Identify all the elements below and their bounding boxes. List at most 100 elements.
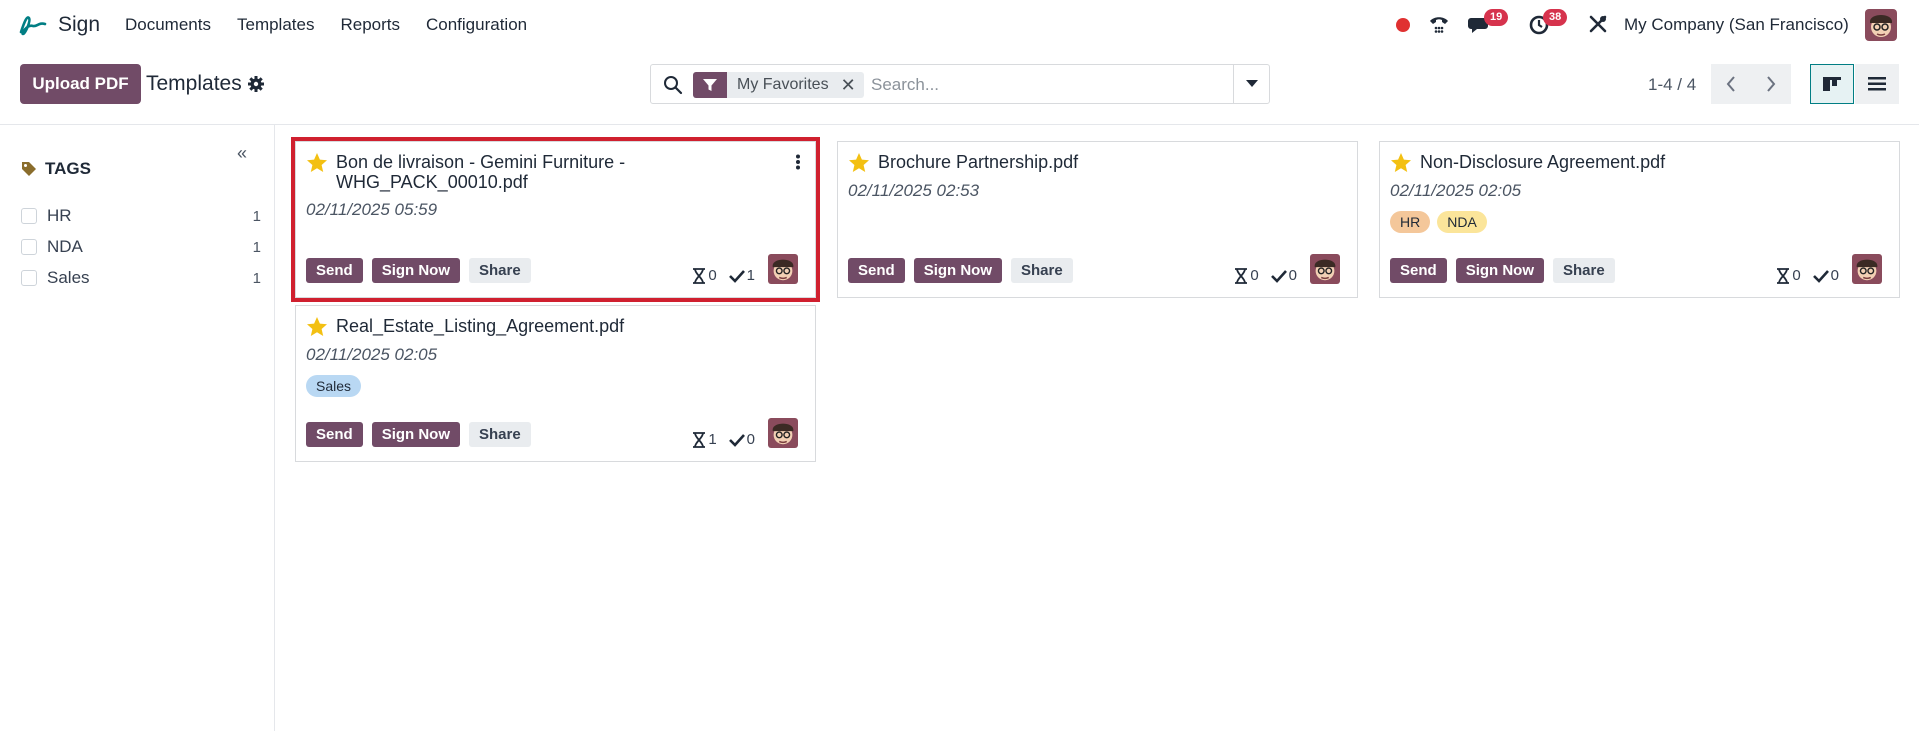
gear-icon[interactable] [248,76,264,92]
in-progress-count[interactable]: 0 [1776,267,1801,284]
favorite-star-icon[interactable] [306,152,328,174]
filter-icon [703,79,717,91]
signed-count[interactable]: 0 [728,431,755,448]
tag-filter-sales[interactable]: Sales 1 [21,267,261,289]
owner-avatar [768,254,798,284]
list-view-button[interactable] [1855,64,1899,104]
menu-documents[interactable]: Documents [125,15,211,35]
tag-checkbox[interactable] [21,239,37,255]
template-title[interactable]: Real_Estate_Listing_Agreement.pdf [336,316,756,336]
share-button[interactable]: Share [1553,258,1615,283]
owner-avatar [1852,254,1882,284]
template-date: 02/11/2025 05:59 [306,200,438,219]
kanban-view-button[interactable] [1810,64,1854,104]
check-icon [728,269,745,283]
search-icon[interactable] [663,75,683,95]
owner-avatar-icon [1310,254,1340,284]
top-navbar: Sign Documents Templates Reports Configu… [0,0,1919,50]
breadcrumb: Templates [146,72,242,95]
template-card[interactable]: Real_Estate_Listing_Agreement.pdf 02/11/2… [295,305,816,462]
tag-filter-count: 1 [252,238,261,256]
send-button[interactable]: Send [848,258,905,283]
search-bar: My Favorites ✕ Search... [650,64,1270,104]
template-title[interactable]: Brochure Partnership.pdf [878,152,1298,172]
send-button[interactable]: Send [306,422,363,447]
hourglass-icon [1235,267,1248,284]
template-card[interactable]: Brochure Partnership.pdf 02/11/2025 02:53… [837,141,1358,298]
tag-filter-count: 1 [252,269,261,287]
caret-down-icon [1245,80,1258,87]
tag-filter-label: Sales [47,268,90,287]
control-panel-divider [0,124,1919,125]
pager-next-button[interactable] [1751,64,1791,104]
app-name[interactable]: Sign [58,13,100,37]
chevron-left-icon [1726,76,1735,92]
tags-heading-label: TAGS [45,159,91,178]
sign-app-logo-icon[interactable] [17,12,47,38]
company-switcher[interactable]: My Company (San Francisco) [1624,15,1849,35]
owner-avatar-icon [1852,254,1882,284]
tag-checkbox[interactable] [21,270,37,286]
search-options-toggle[interactable] [1233,65,1269,103]
recording-indicator-icon[interactable] [1396,18,1410,32]
hourglass-icon [693,267,706,284]
template-card[interactable]: Bon de livraison - Gemini Furniture - WH… [291,137,820,302]
tools-icon[interactable] [1588,14,1608,34]
tag-icon [22,162,36,176]
menu-configuration[interactable]: Configuration [426,15,527,35]
template-date: 02/11/2025 02:05 [306,345,438,364]
send-button[interactable]: Send [306,258,363,283]
kanban-icon [1823,77,1841,91]
tag-badge: HR [1390,211,1431,233]
tags-sidebar: « TAGS HR 1 NDA 1 Sales 1 [0,125,275,731]
owner-avatar-icon [768,254,798,284]
in-progress-count[interactable]: 0 [692,267,717,284]
chevron-right-icon [1767,76,1776,92]
hourglass-icon [693,431,706,448]
search-input[interactable]: Search... [871,75,939,95]
tag-filter-label: HR [47,206,72,225]
tag-checkbox[interactable] [21,208,37,224]
tag-badge: NDA [1437,211,1487,233]
favorite-star-icon[interactable] [306,316,328,338]
sign-now-button[interactable]: Sign Now [371,422,461,447]
sign-now-button[interactable]: Sign Now [371,258,461,283]
tag-badge: Sales [306,375,362,397]
pager-previous-button[interactable] [1711,64,1751,104]
pager-value[interactable]: 1-4 / 4 [1648,75,1696,95]
in-progress-count[interactable]: 1 [692,431,717,448]
favorites-filter-facet[interactable]: My Favorites ✕ [693,72,864,98]
main-menu: Documents Templates Reports Configuratio… [125,15,527,35]
close-icon[interactable]: ✕ [836,72,864,98]
send-button[interactable]: Send [1390,258,1447,283]
template-title[interactable]: Bon de livraison - Gemini Furniture - WH… [336,152,756,192]
phone-icon[interactable] [1428,14,1450,34]
template-title[interactable]: Non-Disclosure Agreement.pdf [1420,152,1840,172]
collapse-sidebar-icon[interactable]: « [237,143,247,164]
user-avatar-icon [1865,9,1897,41]
menu-reports[interactable]: Reports [340,15,400,35]
share-button[interactable]: Share [1011,258,1073,283]
tag-filter-hr[interactable]: HR 1 [21,205,261,227]
signed-count[interactable]: 1 [728,267,755,284]
favorite-star-icon[interactable] [1390,152,1412,174]
check-icon [1270,269,1287,283]
share-button[interactable]: Share [469,258,531,283]
check-icon [728,433,745,447]
tag-filter-nda[interactable]: NDA 1 [21,236,261,258]
signed-count[interactable]: 0 [1812,267,1839,284]
template-card[interactable]: Non-Disclosure Agreement.pdf 02/11/2025 0… [1379,141,1900,298]
list-icon [1868,77,1886,91]
signed-count[interactable]: 0 [1270,267,1297,284]
upload-pdf-button[interactable]: Upload PDF [20,64,141,104]
menu-templates[interactable]: Templates [237,15,314,35]
in-progress-count[interactable]: 0 [1234,267,1259,284]
favorite-star-icon[interactable] [848,152,870,174]
user-avatar[interactable] [1865,9,1897,41]
sign-now-button[interactable]: Sign Now [1455,258,1545,283]
chat-badge: 19 [1484,9,1509,26]
template-date: 02/11/2025 02:05 [1390,181,1522,200]
kebab-menu-icon[interactable] [795,154,801,170]
sign-now-button[interactable]: Sign Now [913,258,1003,283]
share-button[interactable]: Share [469,422,531,447]
